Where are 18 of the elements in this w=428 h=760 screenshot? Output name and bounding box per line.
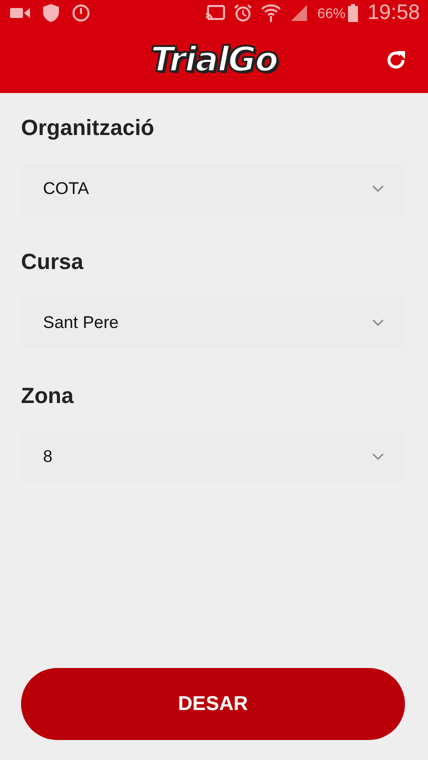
battery-percent: 66%: [317, 5, 346, 21]
power-icon: [72, 4, 90, 22]
field-label: Organització: [21, 115, 156, 141]
chevron-down-icon: [372, 185, 384, 193]
clock-time: 19:58: [367, 1, 420, 25]
battery-icon: [348, 4, 358, 22]
app-logo: TrialGo: [150, 40, 278, 80]
shield-icon: [42, 3, 60, 23]
chevron-down-icon: [372, 453, 384, 461]
save-button[interactable]: DESAR: [21, 668, 405, 740]
chevron-down-icon: [372, 319, 384, 327]
wifi-icon: [261, 3, 282, 23]
video-camera-icon: [10, 7, 30, 19]
signal-icon: [290, 4, 308, 22]
cast-icon: [205, 5, 226, 21]
field-label: Zona: [21, 383, 75, 409]
alarm-clock-icon: [234, 4, 252, 22]
field-label: Cursa: [21, 249, 84, 275]
